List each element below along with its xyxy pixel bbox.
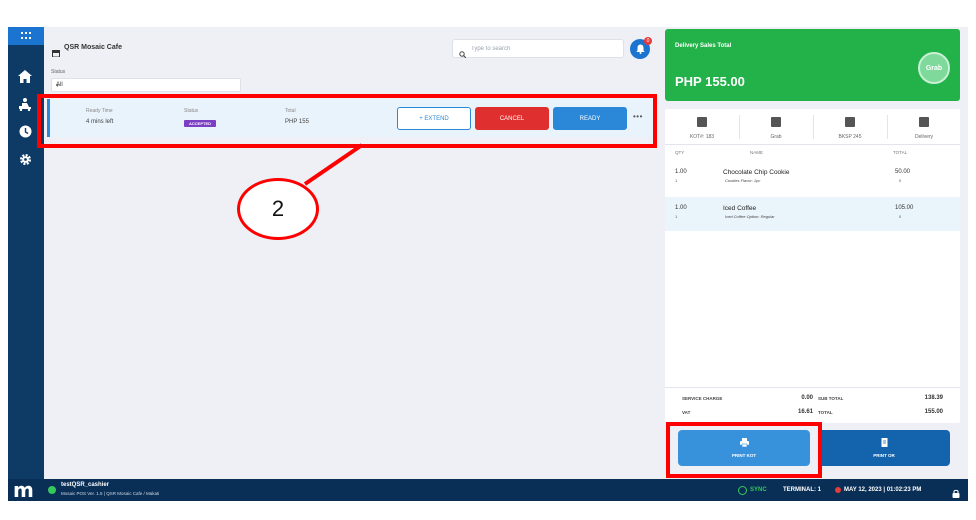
provider-tab: Grab	[740, 109, 812, 145]
order-details-card: KOT#: 183 Grab BKSP 245 Delivery QTY NAM…	[665, 109, 960, 423]
notification-button[interactable]: 0	[630, 37, 652, 59]
print-or-button[interactable]: PRINT OR	[818, 430, 950, 466]
notification-badge: 0	[644, 37, 652, 45]
callout-pointer-line	[303, 143, 364, 186]
receipt-doc-icon	[881, 438, 888, 447]
home-icon[interactable]	[14, 65, 36, 87]
extend-button[interactable]: + EXTEND	[397, 107, 471, 130]
search-icon	[459, 45, 467, 63]
document-icon	[845, 117, 855, 127]
totals-summary: SERVICE CHARGE 0.00 SUB TOTAL 138.39 VAT…	[665, 387, 960, 421]
callout-number-badge: 2	[237, 178, 319, 240]
service-charge-label: SERVICE CHARGE	[682, 396, 723, 401]
kot-number-label: KOT#: 183	[689, 134, 715, 140]
search-input[interactable]	[471, 43, 616, 55]
sub-total-value: 138.39	[924, 395, 943, 401]
store-title: QSR Mosaic Cafe	[64, 44, 122, 51]
item-name: Chocolate Chip Cookie	[723, 169, 790, 176]
name-column-header: NAME	[750, 150, 764, 155]
status-bar: m testQSR_cashier Mosaic POS Ver. 1.5 | …	[8, 479, 968, 501]
order-summary-panel: Delivery Sales Total PHP 155.00 Grab KOT…	[663, 27, 968, 479]
item-total-sub: 0	[899, 214, 902, 219]
sync-icon[interactable]	[738, 486, 747, 495]
print-or-label: PRINT OR	[873, 453, 895, 458]
total-label: TOTAL	[818, 410, 833, 415]
status-filter-select[interactable]: All ▾	[51, 78, 241, 92]
store-icon	[52, 44, 60, 62]
record-dot	[835, 487, 841, 493]
delivery-icon[interactable]	[14, 93, 36, 115]
item-modifier: Cookies Flavor: 1pc	[725, 178, 761, 183]
item-modifier: Iced Coffee Option: Regular	[725, 214, 775, 219]
status-badge: ACCEPTED	[184, 120, 217, 127]
app-logo: m	[13, 478, 34, 502]
print-kot-label: PRINT KOT	[731, 453, 757, 458]
chevron-down-icon: ▾	[56, 83, 60, 89]
cancel-button[interactable]: CANCEL	[475, 107, 549, 130]
item-total: 105.00	[895, 205, 914, 211]
pos-app-window: QSR Mosaic Cafe 0 Status All ▾ Ready Tim…	[8, 27, 968, 501]
user-icon	[771, 117, 781, 127]
vat-label: VAT	[682, 410, 691, 415]
item-qty-sub: 1	[675, 214, 678, 219]
delivery-total-title: Delivery Sales Total	[675, 43, 732, 49]
grid-icon	[21, 32, 31, 40]
clock-icon[interactable]	[14, 120, 36, 142]
total-column-header: TOTAL	[893, 150, 908, 155]
orders-panel: QSR Mosaic Cafe 0 Status All ▾ Ready Tim…	[44, 27, 663, 479]
sub-total-label: SUB TOTAL	[818, 396, 844, 401]
bell-icon	[635, 44, 645, 54]
eject-icon	[919, 117, 929, 127]
cashier-username: testQSR_cashier	[61, 482, 110, 488]
item-qty: 1.00	[675, 169, 687, 175]
app-version: Mosaic POS Ver. 1.5 | QSR Mosaic Cafe / …	[61, 491, 160, 496]
order-item-row[interactable]: 1.00 1 Iced Coffee Iced Coffee Option: R…	[665, 197, 960, 231]
qty-column-header: QTY	[675, 150, 685, 155]
order-total-value: PHP 155	[285, 119, 309, 125]
order-total-label: Total	[285, 108, 296, 114]
provider-label: Grab	[770, 134, 782, 140]
booking-tab: BKSP 245	[814, 109, 886, 145]
printer-icon	[740, 438, 749, 447]
sync-label[interactable]: SYNC	[750, 487, 767, 493]
datetime-label: MAY 12, 2023 | 01:02:23 PM	[844, 487, 922, 493]
ready-time-value: 4 mins left	[86, 119, 114, 125]
order-item-row[interactable]: 1.00 1 Chocolate Chip Cookie Cookies Fla…	[665, 161, 960, 195]
receipt-icon	[697, 117, 707, 127]
delivery-total-card: Delivery Sales Total PHP 155.00 Grab	[665, 29, 960, 101]
booking-label: BKSP 245	[838, 134, 862, 140]
item-qty-sub: 1	[675, 178, 678, 183]
gear-icon[interactable]	[14, 148, 36, 170]
item-qty: 1.00	[675, 205, 687, 211]
ready-button[interactable]: READY	[553, 107, 627, 130]
order-row[interactable]: Ready Time 4 mins left Status ACCEPTED T…	[47, 99, 657, 137]
terminal-label: TERMINAL: 1	[783, 487, 821, 493]
lock-icon[interactable]	[952, 485, 960, 503]
item-total-sub: 0	[899, 178, 902, 183]
total-value: 155.00	[924, 409, 943, 415]
vat-value: 16.61	[797, 409, 813, 415]
sidebar	[8, 27, 44, 479]
service-charge-value: 0.00	[801, 395, 813, 401]
more-options-icon[interactable]: •••	[633, 112, 643, 121]
order-info-tabs: KOT#: 183 Grab BKSP 245 Delivery	[665, 109, 960, 145]
ready-time-label: Ready Time	[86, 108, 113, 114]
status-filter-label: Status	[51, 69, 66, 75]
delivery-total-amount: PHP 155.00	[675, 74, 745, 89]
order-type-label: Delivery	[914, 134, 934, 140]
menu-grid-button[interactable]	[8, 27, 44, 45]
order-type-tab: Delivery	[888, 109, 960, 145]
online-status-dot	[48, 486, 56, 494]
order-status-label: Status	[184, 108, 199, 114]
print-kot-button[interactable]: PRINT KOT	[678, 430, 810, 466]
item-name: Iced Coffee	[723, 205, 757, 212]
item-total: 50.00	[895, 169, 911, 175]
provider-badge: Grab	[918, 52, 950, 84]
search-box[interactable]	[452, 39, 624, 59]
kot-number-tab: KOT#: 183	[666, 109, 738, 145]
